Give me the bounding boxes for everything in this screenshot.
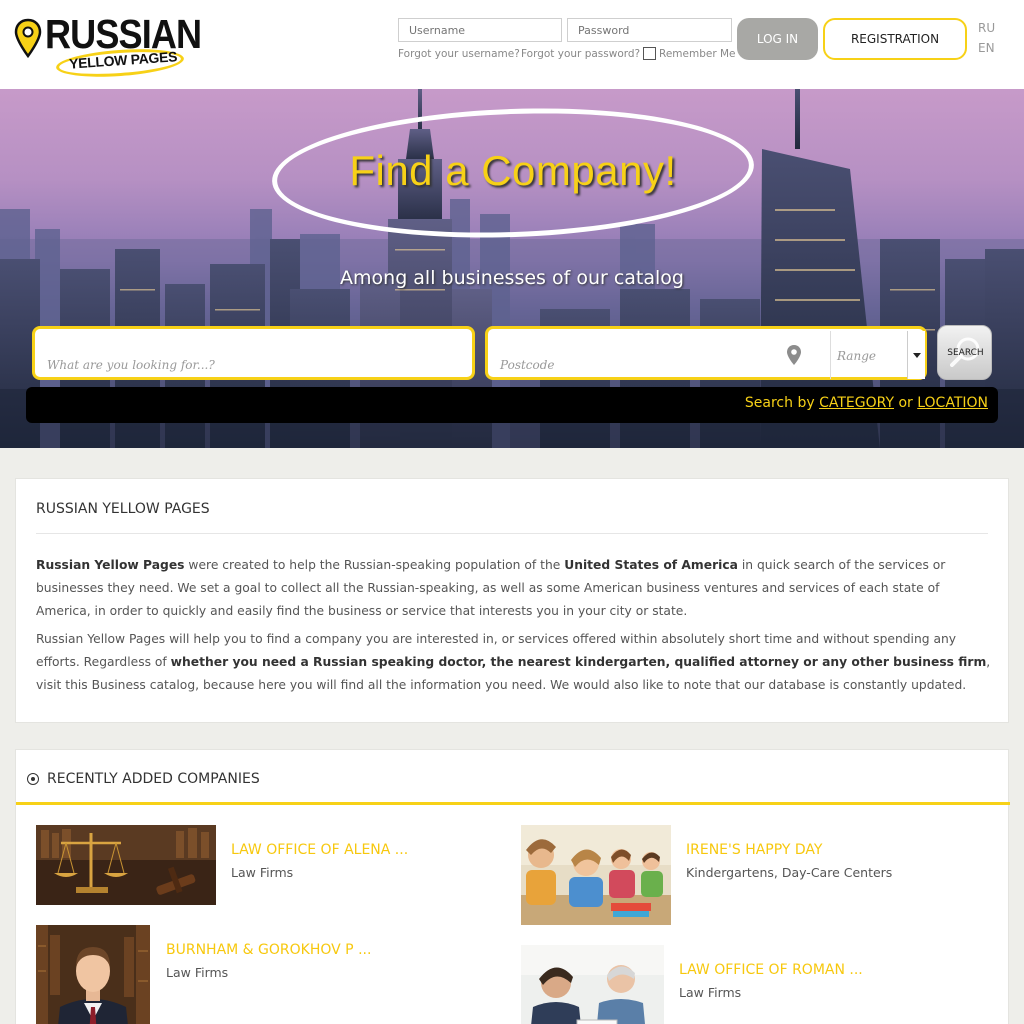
hero-title: Find a Company! — [349, 147, 677, 194]
forgot-username-link[interactable]: Forgot your username? — [398, 48, 520, 60]
about-section: RUSSIAN YELLOW PAGES Russian Yellow Page… — [15, 478, 1009, 723]
password-input[interactable] — [567, 18, 732, 42]
forgot-password-link[interactable]: Forgot your password? — [521, 48, 640, 60]
search-by-location-link[interactable]: LOCATION — [917, 395, 988, 411]
company-category: Law Firms — [679, 985, 742, 1000]
company-name-link[interactable]: IRENE'S HAPPY DAY — [686, 842, 822, 858]
company-thumbnail-meeting[interactable] — [521, 945, 664, 1024]
company-category: Law Firms — [231, 865, 294, 880]
company-name-link[interactable]: LAW OFFICE OF ROMAN ... — [679, 962, 863, 978]
about-divider — [36, 533, 988, 534]
company-thumbnail-scales[interactable] — [36, 825, 216, 905]
login-button[interactable]: LOG IN — [737, 18, 818, 60]
company-name-link[interactable]: BURNHAM & GOROKHOV P ... — [166, 942, 371, 958]
search-by-bar: Search by CATEGORY or LOCATION — [26, 387, 998, 423]
map-pin-logo-icon — [14, 18, 42, 58]
company-category: Law Firms — [166, 965, 229, 980]
search-by-category-link[interactable]: CATEGORY — [819, 395, 894, 411]
company-thumbnail-kids[interactable] — [521, 825, 671, 925]
location-pin-icon[interactable] — [786, 344, 802, 366]
search-what-placeholder: What are you looking for...? — [47, 358, 215, 372]
remember-me[interactable]: Remember Me — [643, 47, 736, 60]
company-thumbnail-portrait[interactable] — [36, 925, 150, 1024]
recent-companies-title: RECENTLY ADDED COMPANIES — [47, 771, 260, 787]
company-category: Kindergartens, Day-Care Centers — [686, 865, 893, 880]
hero-subtitle: Among all businesses of our catalog — [340, 267, 684, 289]
about-bold-country: United States of America — [564, 558, 738, 572]
search-by-prefix: Search by — [744, 395, 815, 411]
postcode-placeholder: Postcode — [500, 358, 555, 372]
registration-button[interactable]: REGISTRATION — [823, 18, 967, 60]
search-by-or: or — [898, 395, 913, 411]
company-name-link[interactable]: LAW OFFICE OF ALENA ... — [231, 842, 408, 858]
chevron-down-icon[interactable] — [907, 331, 925, 379]
about-text: were created to help the Russian-speakin… — [184, 558, 565, 572]
about-bold-needs: whether you need a Russian speaking doct… — [170, 655, 987, 669]
recent-companies-header: RECENTLY ADDED COMPANIES — [16, 750, 1010, 805]
search-button[interactable]: SEARCH — [937, 325, 992, 380]
recent-companies-section: RECENTLY ADDED COMPANIES LAW OFFICE OF A… — [15, 749, 1010, 1024]
about-paragraph-2: Russian Yellow Pages will help you to fi… — [36, 628, 996, 697]
search-by-text: Search by CATEGORY or LOCATION — [745, 395, 988, 411]
search-button-label: SEARCH — [947, 348, 984, 358]
about-title: RUSSIAN YELLOW PAGES — [36, 501, 210, 517]
about-paragraph-1: Russian Yellow Pages were created to hel… — [36, 554, 996, 623]
remember-me-checkbox[interactable] — [643, 47, 656, 60]
hero-banner: Find a Company! Among all businesses of … — [0, 89, 1024, 448]
range-placeholder: Range — [837, 349, 876, 363]
postcode-input[interactable]: Postcode Range — [485, 326, 927, 380]
search-what-input[interactable]: What are you looking for...? — [32, 326, 475, 380]
radio-dot-icon — [27, 773, 39, 785]
lang-ru-link[interactable]: RU — [978, 21, 995, 35]
range-select[interactable]: Range — [830, 331, 925, 379]
username-input[interactable] — [398, 18, 562, 42]
remember-me-label: Remember Me — [659, 47, 736, 60]
site-header: RUSSIAN YELLOW PAGES Forgot your usernam… — [0, 0, 1024, 89]
about-bold-brand: Russian Yellow Pages — [36, 558, 185, 572]
lang-en-link[interactable]: EN — [978, 41, 995, 55]
site-logo[interactable]: RUSSIAN YELLOW PAGES — [14, 11, 202, 81]
